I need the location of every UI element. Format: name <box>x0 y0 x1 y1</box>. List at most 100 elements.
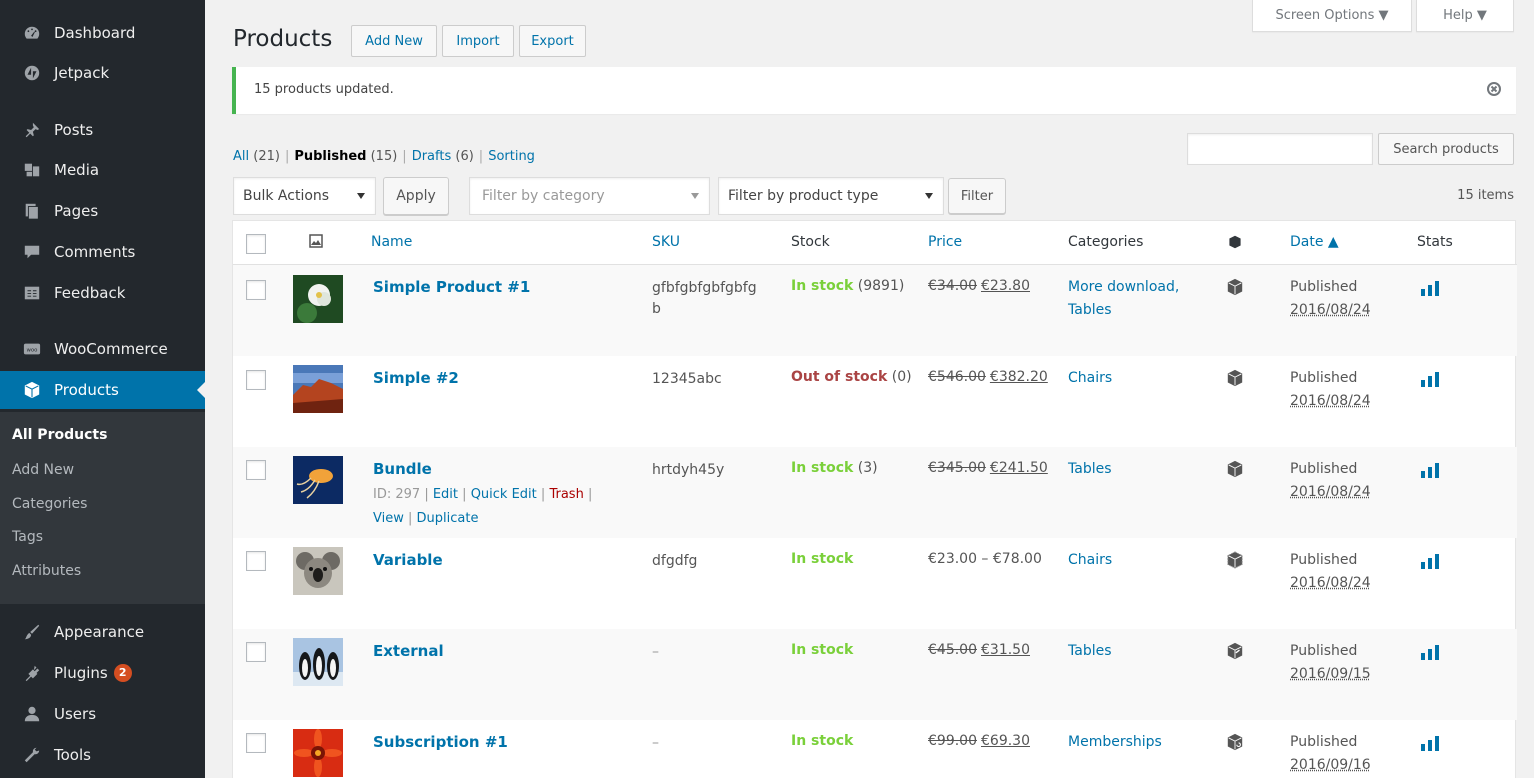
help-tab[interactable]: Help ▼ <box>1416 0 1514 32</box>
product-name-link[interactable]: Simple #2 <box>373 369 459 387</box>
view-drafts-link[interactable]: Drafts <box>412 149 452 164</box>
submenu-attributes[interactable]: Attributes <box>12 563 81 579</box>
items-count: 15 items <box>1457 188 1514 203</box>
table-row: Simple Product #1 gfbfgbfgbfgbfgb In sto… <box>233 265 1517 356</box>
product-thumbnail[interactable] <box>293 547 343 595</box>
category-filter-select[interactable]: Filter by category <box>469 177 710 215</box>
box-icon <box>22 380 42 400</box>
woocommerce-icon: woo <box>22 339 42 359</box>
stats-icon[interactable] <box>1420 644 1440 660</box>
product-price: €345.00 €241.50 <box>928 460 1048 476</box>
submenu-add-new[interactable]: Add New <box>12 462 74 478</box>
stats-icon[interactable] <box>1420 371 1440 387</box>
bulk-actions-value: Bulk Actions <box>243 188 330 204</box>
product-price: €34.00 €23.80 <box>928 278 1030 294</box>
view-all-count: (21) <box>253 149 280 164</box>
product-type-select[interactable]: Filter by product type <box>718 177 944 215</box>
product-categories[interactable]: Memberships <box>1068 731 1208 754</box>
product-name-link[interactable]: Bundle <box>373 460 432 478</box>
product-categories[interactable]: Tables <box>1068 640 1208 663</box>
menu-label: WooCommerce <box>54 340 168 358</box>
view-link[interactable]: View <box>373 511 404 526</box>
menu-media[interactable]: Media <box>0 151 205 189</box>
stats-icon[interactable] <box>1420 462 1440 478</box>
row-checkbox[interactable] <box>246 280 266 300</box>
search-input[interactable] <box>1187 133 1373 165</box>
product-thumbnail[interactable] <box>293 729 343 777</box>
view-published-count: (15) <box>370 149 398 164</box>
dismiss-icon[interactable] <box>1486 81 1502 97</box>
stats-icon[interactable] <box>1420 735 1440 751</box>
product-thumbnail[interactable] <box>293 275 343 323</box>
submenu-all-products[interactable]: All Products <box>12 427 107 443</box>
menu-label: Comments <box>54 243 136 261</box>
apply-button[interactable]: Apply <box>383 177 449 215</box>
view-all-link[interactable]: All <box>233 149 249 164</box>
product-thumbnail[interactable] <box>293 638 343 686</box>
view-sorting-link[interactable]: Sorting <box>488 149 535 164</box>
col-price[interactable]: Price <box>928 234 962 250</box>
menu-posts[interactable]: Posts <box>0 111 205 149</box>
variable-product-icon <box>1227 551 1243 569</box>
quick-edit-link[interactable]: Quick Edit <box>471 487 537 502</box>
menu-products[interactable]: Products <box>0 371 205 409</box>
menu-users[interactable]: Users <box>0 695 205 733</box>
submenu-tags[interactable]: Tags <box>12 529 43 545</box>
jetpack-icon <box>22 63 42 83</box>
menu-woocommerce[interactable]: woo WooCommerce <box>0 330 205 368</box>
row-checkbox[interactable] <box>246 733 266 753</box>
row-checkbox[interactable] <box>246 642 266 662</box>
submenu-categories[interactable]: Categories <box>12 496 87 512</box>
edit-link[interactable]: Edit <box>433 487 458 502</box>
product-name-link[interactable]: Subscription #1 <box>373 733 508 751</box>
product-name-link[interactable]: Variable <box>373 551 443 569</box>
row-checkbox[interactable] <box>246 460 266 480</box>
product-categories[interactable]: Chairs <box>1068 367 1208 390</box>
product-sku: gfbfgbfgbfgbfgb <box>652 280 757 317</box>
col-date[interactable]: Date ▲ <box>1290 234 1339 250</box>
product-thumbnail[interactable] <box>293 456 343 504</box>
import-button[interactable]: Import <box>442 25 514 57</box>
stats-icon[interactable] <box>1420 280 1440 296</box>
product-id: ID: 297 <box>373 487 421 502</box>
publish-date: Published 2016/08/24 <box>1290 552 1371 591</box>
add-new-button[interactable]: Add New <box>351 25 437 57</box>
menu-jetpack[interactable]: Jetpack <box>0 54 205 92</box>
stats-icon[interactable] <box>1420 553 1440 569</box>
export-button[interactable]: Export <box>519 25 586 57</box>
row-checkbox[interactable] <box>246 370 266 390</box>
row-checkbox[interactable] <box>246 551 266 571</box>
product-name-link[interactable]: External <box>373 642 444 660</box>
view-published-link[interactable]: Published <box>294 149 366 164</box>
bulk-actions-select[interactable]: Bulk Actions <box>233 177 376 215</box>
publish-date: Published 2016/09/16 <box>1290 734 1371 773</box>
menu-dashboard[interactable]: Dashboard <box>0 14 205 52</box>
product-price: €45.00 €31.50 <box>928 642 1030 658</box>
menu-plugins[interactable]: Plugins 2 <box>0 654 205 692</box>
product-name-link[interactable]: Simple Product #1 <box>373 278 530 296</box>
menu-feedback[interactable]: Feedback <box>0 274 205 312</box>
product-thumbnail[interactable] <box>293 365 343 413</box>
col-name[interactable]: Name <box>371 234 412 250</box>
filter-button[interactable]: Filter <box>948 178 1006 214</box>
product-categories[interactable]: More download, Tables <box>1068 276 1208 322</box>
screen-options-tab[interactable]: Screen Options ▼ <box>1252 0 1412 32</box>
menu-label: Plugins <box>54 664 108 682</box>
trash-link[interactable]: Trash <box>549 487 583 502</box>
product-type-column-icon <box>1229 235 1241 249</box>
chevron-down-icon <box>357 193 365 199</box>
publish-date: Published 2016/08/24 <box>1290 370 1371 409</box>
product-categories[interactable]: Chairs <box>1068 549 1208 572</box>
status-views: All (21) | Published (15) | Drafts (6) | Sorti… <box>233 149 535 164</box>
menu-comments[interactable]: Comments <box>0 233 205 271</box>
menu-pages[interactable]: Pages <box>0 192 205 230</box>
product-categories[interactable]: Tables <box>1068 458 1208 481</box>
duplicate-link[interactable]: Duplicate <box>417 511 479 526</box>
page-title: Products <box>233 26 333 52</box>
col-sku[interactable]: SKU <box>652 234 680 250</box>
menu-appearance[interactable]: Appearance <box>0 613 205 651</box>
search-products-button[interactable]: Search products <box>1378 133 1514 165</box>
select-all-checkbox[interactable] <box>246 234 266 254</box>
menu-tools[interactable]: Tools <box>0 736 205 774</box>
stock-status: In stock (9891) <box>791 278 905 294</box>
